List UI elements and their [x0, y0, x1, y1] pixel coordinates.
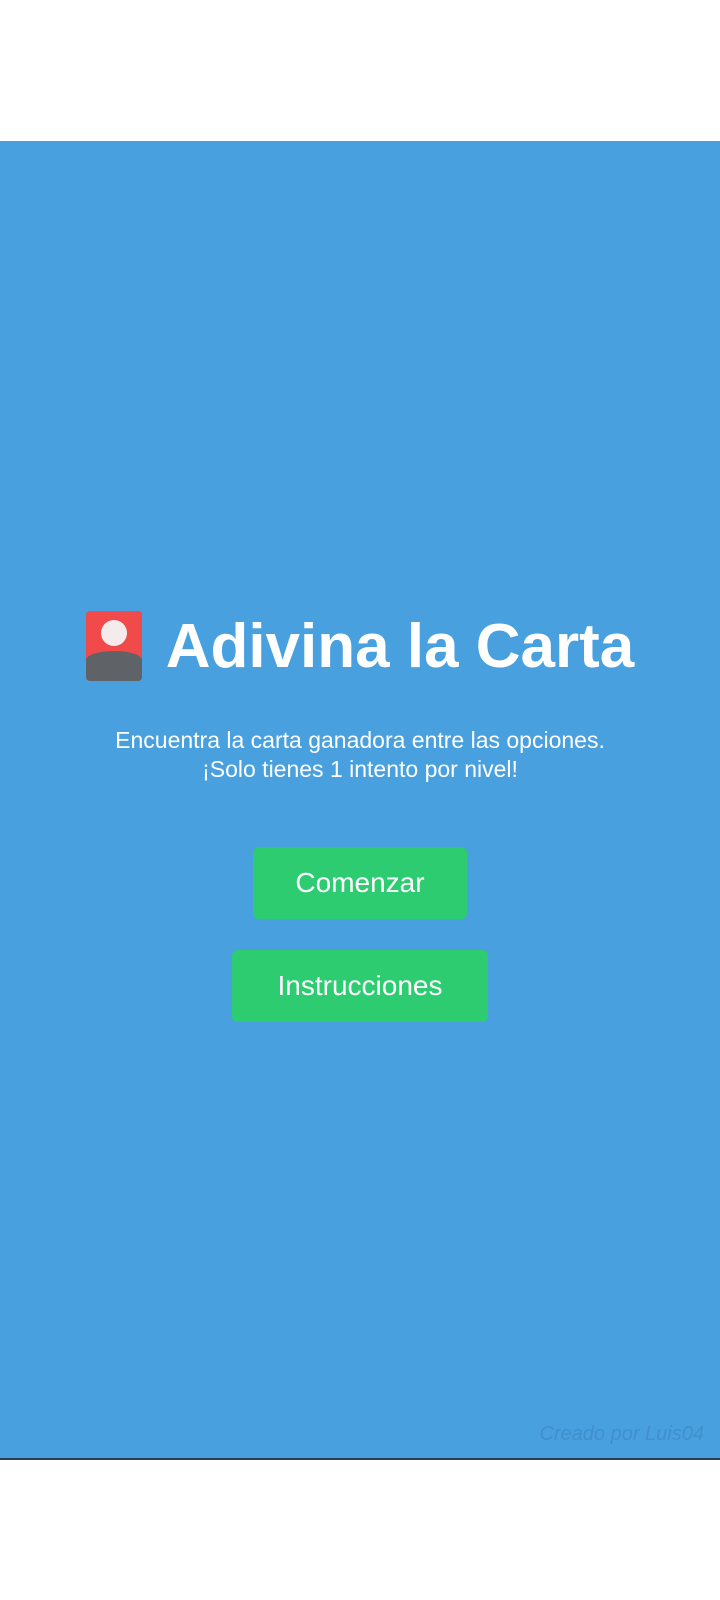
- start-button[interactable]: Comenzar: [253, 847, 467, 919]
- description-line-2: ¡Solo tienes 1 intento por nivel!: [202, 756, 518, 782]
- description-line-1: Encuentra la carta ganadora entre las op…: [115, 727, 605, 753]
- card-icon-base: [85, 651, 142, 681]
- card-icon-circle: [100, 620, 127, 646]
- page-title: Adivina la Carta: [165, 611, 635, 681]
- card-icon: [85, 611, 142, 681]
- title-row: Adivina la Carta: [0, 601, 720, 691]
- description: Encuentra la carta ganadora entre las op…: [0, 726, 720, 784]
- instructions-button[interactable]: Instrucciones: [232, 950, 488, 1022]
- app-container: Adivina la Carta Encuentra la carta gana…: [0, 141, 720, 1460]
- screen: Adivina la Carta Encuentra la carta gana…: [0, 0, 720, 1600]
- footer-credit: Creado por Luis04: [539, 1423, 704, 1445]
